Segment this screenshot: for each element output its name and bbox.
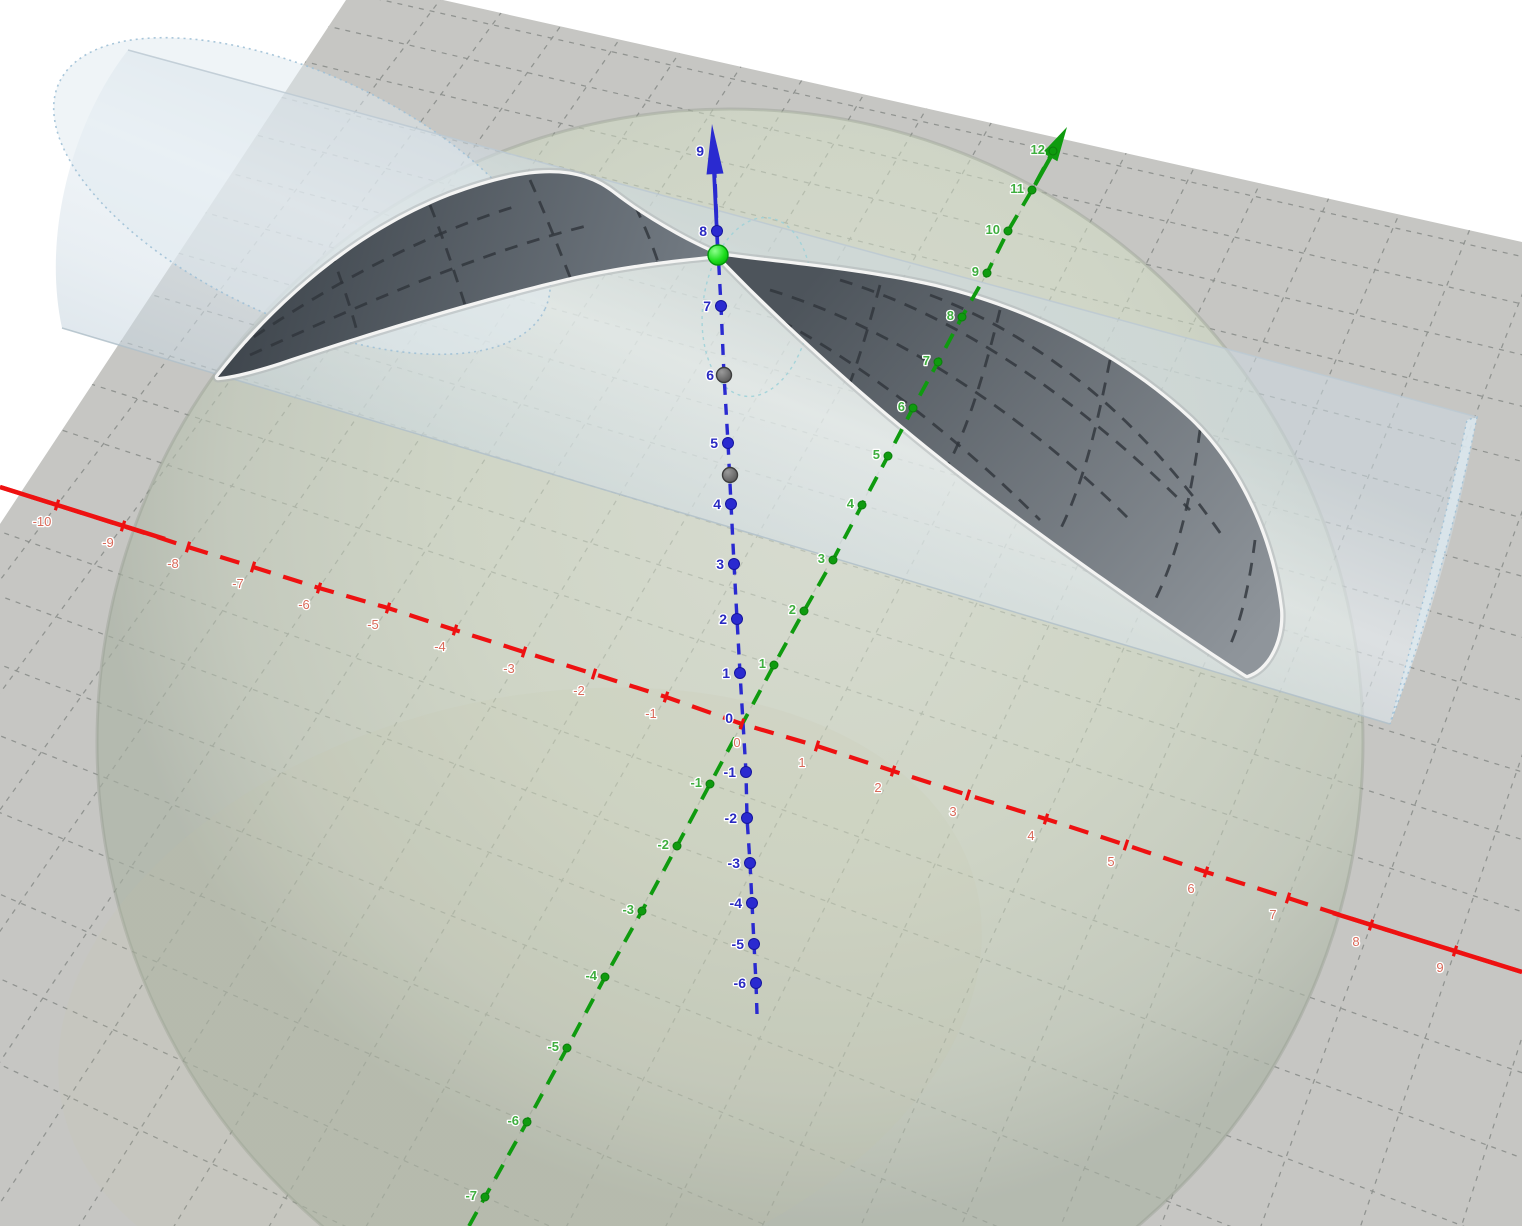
z-tick-label: -6 (734, 975, 747, 991)
y-tick-label: 5 (873, 447, 880, 462)
z-tick (726, 499, 737, 510)
y-tick-label: -5 (547, 1039, 559, 1054)
y-tick (934, 358, 942, 366)
y-tick-label: 8 (947, 308, 954, 323)
z-tick (712, 226, 723, 237)
y-tick (1028, 186, 1036, 194)
x-tick-label: 9 (1436, 960, 1443, 975)
y-tick (983, 269, 991, 277)
y-tick-label: -3 (622, 902, 634, 917)
z-tick-label: 3 (716, 556, 724, 572)
x-tick-label: -10 (33, 514, 52, 529)
y-tick (706, 780, 714, 788)
y-tick (958, 313, 966, 321)
x-tick-label: 5 (1107, 854, 1114, 869)
x-tick-label: -2 (573, 683, 585, 698)
z-tick (729, 559, 740, 570)
y-tick (563, 1044, 571, 1052)
intersection-point-top[interactable] (708, 245, 728, 265)
z-tick-label: 5 (710, 435, 718, 451)
y-tick (858, 501, 866, 509)
z-tick-label: 6 (706, 367, 714, 383)
x-tick-label: 3 (949, 804, 956, 819)
z-tick-label: -5 (732, 936, 745, 952)
y-tick-label: 10 (986, 222, 1000, 237)
y-tick-label: 4 (847, 496, 855, 511)
y-tick (601, 973, 609, 981)
x-tick-label: 8 (1352, 934, 1359, 949)
x-tick-label: -1 (645, 706, 657, 721)
z-tick-label: 4 (713, 496, 721, 512)
y-tick-label: -4 (585, 968, 597, 983)
y-tick (673, 842, 681, 850)
y-tick-label: 3 (818, 551, 825, 566)
x-tick-label: 7 (1269, 907, 1276, 922)
x-tick-label: 1 (798, 755, 805, 770)
gray-point-upper[interactable] (717, 368, 732, 383)
y-tick-label: 9 (972, 264, 979, 279)
x-tick-label: 2 (874, 780, 881, 795)
y-tick-label: 1 (759, 656, 766, 671)
z-zero-label: 0 (725, 710, 733, 726)
z-tick-label: -1 (724, 764, 737, 780)
y-tick-label: -7 (465, 1188, 477, 1203)
y-tick-label: -6 (507, 1113, 519, 1128)
z-tick (735, 668, 746, 679)
y-tick (481, 1193, 489, 1201)
y-tick-label: -2 (657, 837, 669, 852)
z-tick (745, 858, 756, 869)
y-tick (1004, 227, 1012, 235)
y-tick-label: 2 (789, 602, 796, 617)
x-tick-label: -4 (434, 639, 446, 654)
x-tick-label: -5 (367, 617, 379, 632)
y-tick (829, 556, 837, 564)
z-tick-label: 2 (719, 611, 727, 627)
y-tick-label: -1 (690, 775, 702, 790)
x-tick-label: -6 (298, 597, 310, 612)
x-tick-label: 6 (1187, 881, 1194, 896)
z-tick-label: -2 (725, 810, 738, 826)
z-tick (732, 614, 743, 625)
z-tick-label: -3 (728, 855, 741, 871)
z-tick-label: 9 (696, 143, 704, 159)
gray-point-lower[interactable] (723, 468, 738, 483)
y-tick-label: 6 (898, 399, 905, 414)
y-tick-label: 12 (1031, 142, 1045, 157)
y-tick-label: 11 (1010, 181, 1024, 196)
z-tick-label: 8 (699, 223, 707, 239)
z-tick (747, 898, 758, 909)
x-tick-label: -3 (503, 661, 515, 676)
z-tick (741, 767, 752, 778)
z-tick (723, 438, 734, 449)
x-tick-label: -9 (102, 535, 114, 550)
z-tick (751, 978, 762, 989)
z-tick (749, 939, 760, 950)
y-tick (884, 452, 892, 460)
z-tick-label: 7 (703, 298, 711, 314)
x-zero-label: 0 (733, 735, 740, 750)
z-tick-label: -4 (730, 895, 743, 911)
y-tick (770, 661, 778, 669)
3d-graphics-view[interactable]: -10-9-8-7-6-5-4-3-2-11234567890-7-6-5-4-… (0, 0, 1522, 1226)
x-tick-label: -8 (167, 556, 179, 571)
3d-view-canvas[interactable]: -10-9-8-7-6-5-4-3-2-11234567890-7-6-5-4-… (0, 0, 1522, 1226)
y-tick (1049, 147, 1057, 155)
y-tick (800, 607, 808, 615)
y-tick (638, 907, 646, 915)
x-tick-label: -7 (232, 576, 244, 591)
y-tick (909, 404, 917, 412)
z-tick-label: 1 (722, 665, 730, 681)
x-tick-label: 4 (1027, 828, 1034, 843)
z-tick (716, 301, 727, 312)
y-tick (523, 1118, 531, 1126)
z-tick (742, 813, 753, 824)
y-tick-label: 7 (923, 353, 930, 368)
